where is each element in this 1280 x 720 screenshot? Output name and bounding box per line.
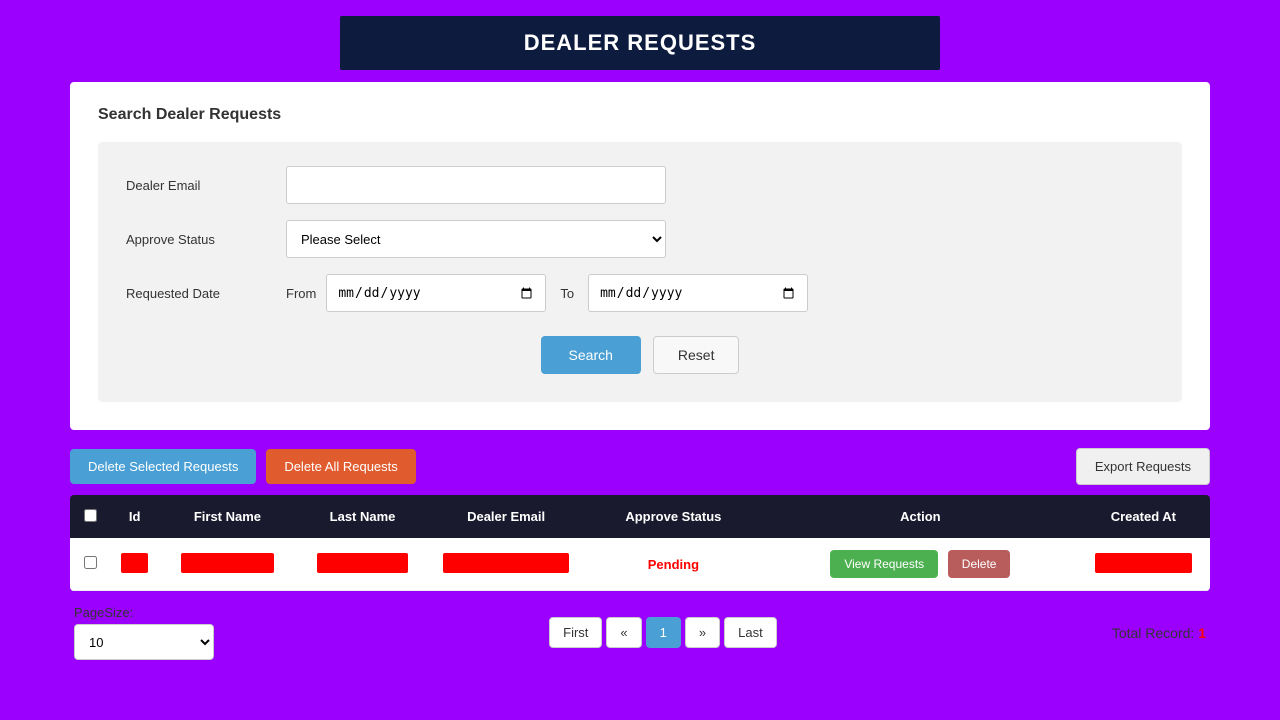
col-approve-status: Approve Status xyxy=(583,495,764,538)
dealer-email-row: Dealer Email xyxy=(126,166,1154,204)
pagesize-label: PageSize: xyxy=(74,605,214,620)
total-record-label: Total Record: xyxy=(1112,625,1194,641)
search-form: Dealer Email Approve Status Please Selec… xyxy=(98,142,1182,402)
row-last-name-cell xyxy=(296,538,430,591)
prev-page-button[interactable]: « xyxy=(606,617,641,648)
pagination-bar: PageSize: 10 25 50 100 First « 1 » Last … xyxy=(70,605,1210,660)
from-label: From xyxy=(286,286,316,301)
search-button[interactable]: Search xyxy=(541,336,641,374)
col-first-name: First Name xyxy=(159,495,295,538)
last-name-redacted-bar xyxy=(317,553,408,573)
current-page-button[interactable]: 1 xyxy=(646,617,681,648)
row-checkbox[interactable] xyxy=(84,556,97,569)
row-approve-status-cell: Pending xyxy=(583,538,764,591)
page-title: DEALER REQUESTS xyxy=(340,16,940,70)
pagesize-section: PageSize: 10 25 50 100 xyxy=(74,605,214,660)
select-all-th xyxy=(70,495,110,538)
next-page-button[interactable]: » xyxy=(685,617,720,648)
dealer-email-redacted-bar xyxy=(443,553,570,573)
row-created-at-cell xyxy=(1077,538,1210,591)
actions-bar: Delete Selected Requests Delete All Requ… xyxy=(70,448,1210,485)
row-first-name-cell xyxy=(159,538,295,591)
status-badge: Pending xyxy=(648,557,699,572)
total-record-section: Total Record: 1 xyxy=(1112,625,1206,641)
pagination-nav: First « 1 » Last xyxy=(549,617,777,648)
pagesize-select[interactable]: 10 25 50 100 xyxy=(74,624,214,660)
created-at-redacted-bar xyxy=(1095,553,1191,573)
last-page-button[interactable]: Last xyxy=(724,617,777,648)
view-requests-button[interactable]: View Requests xyxy=(830,550,938,578)
main-card: Search Dealer Requests Dealer Email Appr… xyxy=(70,82,1210,430)
col-dealer-email: Dealer Email xyxy=(430,495,583,538)
reset-button[interactable]: Reset xyxy=(653,336,740,374)
table-row: Pending View Requests Delete xyxy=(70,538,1210,591)
approve-status-row: Approve Status Please Select Pending App… xyxy=(126,220,1154,258)
export-requests-button[interactable]: Export Requests xyxy=(1076,448,1210,485)
row-checkbox-cell xyxy=(70,538,110,591)
delete-all-button[interactable]: Delete All Requests xyxy=(266,449,415,484)
col-last-name: Last Name xyxy=(296,495,430,538)
id-redacted-bar xyxy=(121,553,147,573)
delete-row-button[interactable]: Delete xyxy=(948,550,1011,578)
col-created-at: Created At xyxy=(1077,495,1210,538)
col-action: Action xyxy=(764,495,1077,538)
table-header-row: Id First Name Last Name Dealer Email App… xyxy=(70,495,1210,538)
row-action-cell: View Requests Delete xyxy=(764,538,1077,591)
requested-date-label: Requested Date xyxy=(126,286,286,301)
dealer-email-input[interactable] xyxy=(286,166,666,204)
approve-status-label: Approve Status xyxy=(126,232,286,247)
dealer-email-label: Dealer Email xyxy=(126,178,286,193)
date-range-row: From To xyxy=(286,274,808,312)
row-id-cell xyxy=(110,538,159,591)
actions-left: Delete Selected Requests Delete All Requ… xyxy=(70,449,416,484)
to-date-input[interactable] xyxy=(588,274,808,312)
select-all-checkbox[interactable] xyxy=(84,509,97,522)
search-btn-row: Search Reset xyxy=(126,336,1154,374)
requested-date-row: Requested Date From To xyxy=(126,274,1154,312)
first-name-redacted-bar xyxy=(181,553,274,573)
dealer-requests-table-wrapper: Id First Name Last Name Dealer Email App… xyxy=(70,495,1210,591)
from-date-input[interactable] xyxy=(326,274,546,312)
total-count-value: 1 xyxy=(1198,625,1206,641)
to-label: To xyxy=(560,286,574,301)
approve-status-select[interactable]: Please Select Pending Approved Rejected xyxy=(286,220,666,258)
row-dealer-email-cell xyxy=(430,538,583,591)
search-section-title: Search Dealer Requests xyxy=(98,106,1182,124)
col-id: Id xyxy=(110,495,159,538)
dealer-requests-table: Id First Name Last Name Dealer Email App… xyxy=(70,495,1210,591)
delete-selected-button[interactable]: Delete Selected Requests xyxy=(70,449,256,484)
first-page-button[interactable]: First xyxy=(549,617,602,648)
